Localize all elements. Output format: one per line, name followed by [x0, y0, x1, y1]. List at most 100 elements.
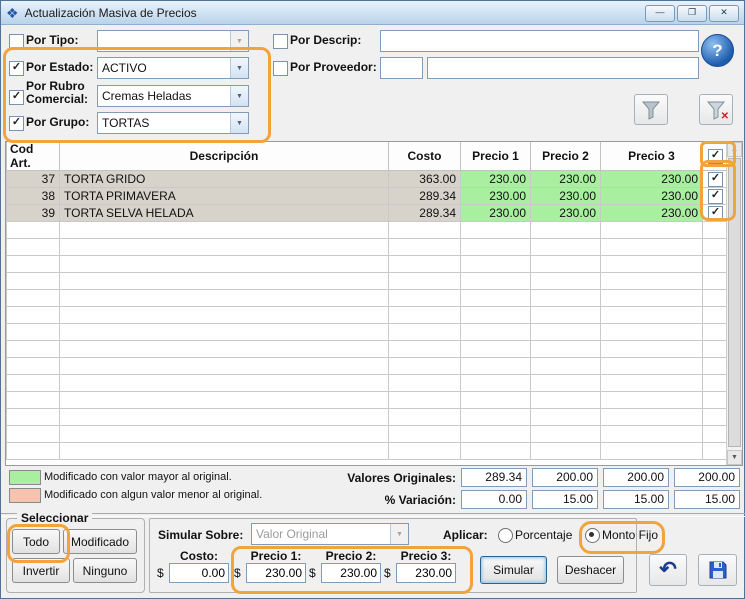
por-rubro-dropdown[interactable]: Cremas Heladas ▼ — [97, 85, 249, 107]
cell-select: ✓ — [703, 205, 729, 222]
apply-filter-button[interactable] — [634, 94, 668, 125]
currency-sign: $ — [234, 566, 241, 580]
costo-input[interactable] — [169, 563, 229, 583]
cell-precio3: 230.00 — [601, 188, 703, 205]
cell-precio3: 230.00 — [601, 205, 703, 222]
clear-x-icon: ✕ — [721, 111, 729, 122]
por-estado-dropdown[interactable]: ACTIVO ▼ — [97, 57, 249, 79]
por-grupo-dropdown[interactable]: TORTAS ▼ — [97, 112, 249, 134]
price-grid: Cod Art. Descripción Costo Precio 1 Prec… — [5, 141, 743, 466]
grid-row[interactable]: 39 TORTA SELVA HELADA 289.34 230.00 230.… — [7, 205, 729, 222]
legend-green-label: Modificado con valor mayor al original. — [44, 471, 232, 483]
app-window: ❖ Actualización Masiva de Precios — ❐ ✕ … — [0, 0, 745, 599]
chevron-down-icon[interactable]: ▼ — [230, 31, 248, 51]
por-descrip-checkbox[interactable] — [273, 34, 288, 49]
porcentaje-radio[interactable] — [498, 528, 513, 543]
col-header-select-all[interactable]: ✓ — [703, 142, 729, 171]
undo-icon: ↶ — [659, 560, 677, 580]
invertir-button[interactable]: Invertir — [12, 558, 70, 583]
cell-precio2: 230.00 — [531, 205, 601, 222]
grid-row[interactable]: 37 TORTA GRIDO 363.00 230.00 230.00 230.… — [7, 171, 729, 188]
por-descrip-label: Por Descrip: — [290, 33, 361, 47]
undo-button[interactable]: ↶ — [649, 554, 687, 586]
cell-costo: 289.34 — [389, 205, 461, 222]
col-header-costo[interactable]: Costo — [389, 142, 461, 171]
chevron-down-icon[interactable]: ▼ — [230, 113, 248, 133]
precio3-input[interactable] — [396, 563, 456, 583]
por-rubro-label: Por RubroComercial: — [26, 80, 88, 106]
por-tipo-label: Por Tipo: — [26, 33, 78, 47]
por-proveedor-checkbox[interactable] — [273, 61, 288, 76]
todo-button[interactable]: Todo — [12, 529, 60, 554]
col-header-precio1[interactable]: Precio 1 — [461, 142, 531, 171]
grid-empty-row — [7, 341, 729, 358]
deshacer-button[interactable]: Deshacer — [557, 556, 624, 584]
precio2-input[interactable] — [321, 563, 381, 583]
chevron-down-icon[interactable]: ▼ — [230, 86, 248, 106]
close-button[interactable]: ✕ — [709, 5, 739, 22]
simular-button[interactable]: Simular — [480, 556, 547, 584]
scroll-down-button[interactable]: ▼ — [727, 450, 742, 465]
funnel-icon — [640, 99, 662, 121]
aplicar-label: Aplicar: — [443, 528, 488, 542]
title-bar[interactable]: ❖ Actualización Masiva de Precios — ❐ ✕ — [1, 1, 744, 25]
clear-filter-button[interactable]: ✕ — [699, 94, 733, 125]
monto-fijo-label[interactable]: Monto Fijo — [602, 528, 658, 542]
col-header-descripcion[interactable]: Descripción — [60, 142, 389, 171]
scrollbar-thumb[interactable] — [728, 158, 741, 447]
scroll-up-button[interactable]: ▲ — [727, 142, 742, 157]
cell-costo: 289.34 — [389, 188, 461, 205]
por-tipo-checkbox[interactable] — [9, 34, 24, 49]
select-all-checkbox[interactable]: ✓ — [708, 149, 723, 164]
col-header-precio3[interactable]: Precio 3 — [601, 142, 703, 171]
descrip-input[interactable] — [380, 30, 699, 52]
grid-empty-row — [7, 324, 729, 341]
valores-originales-label: Valores Originales: — [296, 471, 456, 485]
por-estado-checkbox[interactable]: ✓ — [9, 61, 24, 76]
cell-descripcion: TORTA SELVA HELADA — [60, 205, 389, 222]
cell-descripcion: TORTA PRIMAVERA — [60, 188, 389, 205]
por-rubro-value: Cremas Heladas — [98, 89, 230, 103]
col-header-precio2[interactable]: Precio 2 — [531, 142, 601, 171]
currency-sign: $ — [384, 566, 391, 580]
ninguno-button[interactable]: Ninguno — [73, 558, 137, 583]
grid-empty-row — [7, 290, 729, 307]
por-rubro-checkbox[interactable]: ✓ — [9, 90, 24, 105]
minimize-button[interactable]: — — [645, 5, 675, 22]
precio2-input-label: Precio 2: — [321, 549, 381, 563]
check-icon: ✓ — [12, 116, 21, 128]
row-checkbox[interactable]: ✓ — [708, 189, 723, 204]
help-icon: ? — [712, 41, 722, 61]
por-grupo-checkbox[interactable]: ✓ — [9, 116, 24, 131]
help-button[interactable]: ? — [701, 34, 734, 67]
minimize-icon: — — [656, 7, 665, 17]
variacion-precio2: 15.00 — [603, 490, 669, 509]
proveedor-name-input[interactable] — [427, 57, 699, 79]
cell-precio2: 230.00 — [531, 171, 601, 188]
scroll-down-icon: ▼ — [731, 454, 738, 461]
chevron-down-icon[interactable]: ▼ — [390, 524, 408, 544]
cell-select: ✓ — [703, 171, 729, 188]
check-icon: ✓ — [711, 149, 720, 161]
precio1-input[interactable] — [246, 563, 306, 583]
simular-sobre-dropdown[interactable]: Valor Original ▼ — [251, 523, 409, 545]
maximize-button[interactable]: ❐ — [677, 5, 707, 22]
row-checkbox[interactable]: ✓ — [708, 172, 723, 187]
col-header-cod[interactable]: Cod Art. — [7, 142, 60, 171]
por-tipo-dropdown[interactable]: ▼ — [97, 30, 249, 52]
save-button[interactable] — [698, 554, 737, 586]
cell-cod: 38 — [7, 188, 60, 205]
chevron-down-icon[interactable]: ▼ — [230, 58, 248, 78]
row-checkbox[interactable]: ✓ — [708, 206, 723, 221]
grid-vertical-scrollbar[interactable]: ▲ ▼ — [726, 142, 742, 465]
por-proveedor-label: Por Proveedor: — [290, 60, 377, 74]
porcentaje-label[interactable]: Porcentaje — [515, 528, 572, 542]
grid-empty-row — [7, 392, 729, 409]
modificado-button[interactable]: Modificado — [63, 529, 137, 554]
grid-table: Cod Art. Descripción Costo Precio 1 Prec… — [6, 142, 729, 460]
monto-fijo-radio[interactable] — [585, 528, 600, 543]
grid-row[interactable]: 38 TORTA PRIMAVERA 289.34 230.00 230.00 … — [7, 188, 729, 205]
proveedor-code-input[interactable] — [380, 57, 423, 79]
cell-select: ✓ — [703, 188, 729, 205]
scroll-up-icon: ▲ — [731, 146, 738, 153]
